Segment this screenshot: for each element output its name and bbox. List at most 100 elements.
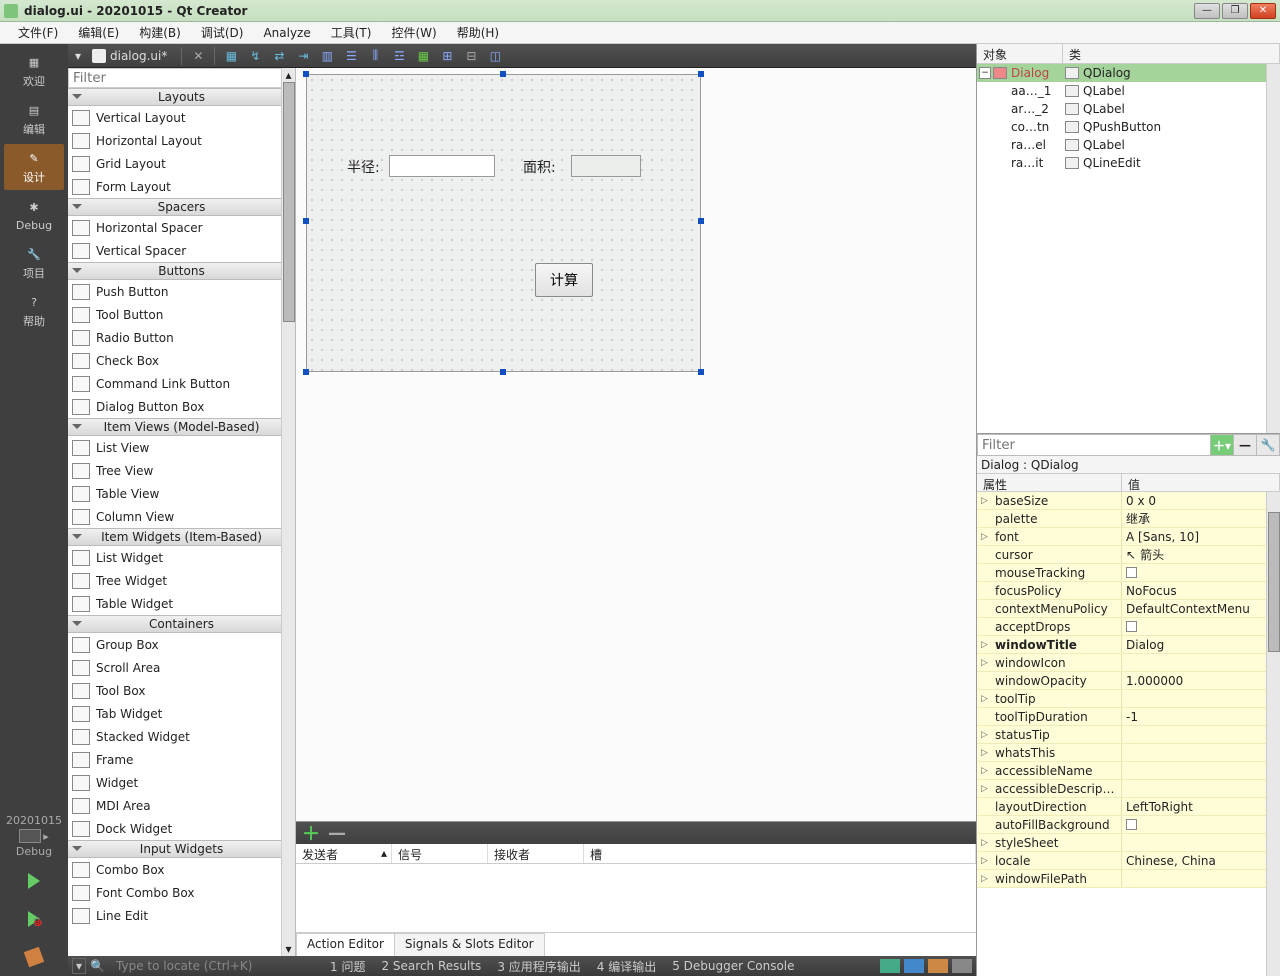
build-button[interactable]: [16, 942, 52, 972]
debug-run-button[interactable]: 🐞: [16, 904, 52, 934]
label-radius[interactable]: 半径:: [347, 157, 380, 177]
output-toggle-1[interactable]: [904, 959, 924, 973]
property-row[interactable]: baseSize0 x 0: [977, 492, 1280, 510]
layout-grid-icon[interactable]: ⊞: [436, 46, 458, 66]
minimize-button[interactable]: —: [1194, 3, 1220, 19]
kit-selector[interactable]: 20201015 ▸ Debug: [4, 810, 64, 862]
adjust-size-icon[interactable]: ◫: [484, 46, 506, 66]
menu-widgets[interactable]: 控件(W): [381, 22, 446, 43]
sig-header-slot[interactable]: 槽: [584, 844, 976, 863]
property-row[interactable]: styleSheet: [977, 834, 1280, 852]
checkbox-icon[interactable]: [1126, 567, 1137, 578]
property-row[interactable]: toolTipDuration-1: [977, 708, 1280, 726]
add-property-button[interactable]: ＋▾: [1210, 434, 1234, 456]
menu-file[interactable]: 文件(F): [8, 22, 68, 43]
close-tab-button[interactable]: ✕: [187, 46, 209, 66]
mode-项目[interactable]: 🔧项目: [4, 240, 64, 286]
objtree-header-class[interactable]: 类: [1063, 44, 1280, 63]
widget-item[interactable]: Tree View: [68, 459, 295, 482]
property-row[interactable]: localeChinese, China: [977, 852, 1280, 870]
widget-item[interactable]: Tool Button: [68, 303, 295, 326]
widget-item[interactable]: Dialog Button Box: [68, 395, 295, 418]
menu-help[interactable]: 帮助(H): [447, 22, 509, 43]
widget-category[interactable]: Buttons: [68, 262, 295, 280]
widgetbox-filter[interactable]: [68, 68, 295, 88]
output-compile[interactable]: 4 编译输出: [597, 958, 656, 975]
widget-item[interactable]: Horizontal Spacer: [68, 216, 295, 239]
mode-欢迎[interactable]: ▦欢迎: [4, 48, 64, 94]
property-header-value[interactable]: 值: [1122, 474, 1280, 491]
compute-button[interactable]: 计算: [535, 263, 593, 297]
tab-file-name[interactable]: dialog.ui*: [110, 49, 177, 63]
break-layout-icon[interactable]: ⊟: [460, 46, 482, 66]
objtree-header-object[interactable]: 对象: [977, 44, 1063, 63]
property-row[interactable]: windowTitleDialog: [977, 636, 1280, 654]
maximize-button[interactable]: ❐: [1222, 3, 1248, 19]
widget-item[interactable]: Grid Layout: [68, 152, 295, 175]
edit-buddies-icon[interactable]: ⇄: [268, 46, 290, 66]
objtree-row[interactable]: aa…_1QLabel: [977, 82, 1280, 100]
property-row[interactable]: palette继承: [977, 510, 1280, 528]
tab-action-editor[interactable]: Action Editor: [296, 933, 395, 956]
output-search[interactable]: 2 Search Results: [381, 959, 481, 973]
widget-category[interactable]: Layouts: [68, 88, 295, 106]
widget-item[interactable]: Tree Widget: [68, 569, 295, 592]
close-button[interactable]: ✕: [1250, 3, 1276, 19]
layout-horiz-icon[interactable]: ▥: [316, 46, 338, 66]
widget-item[interactable]: Radio Button: [68, 326, 295, 349]
property-header-name[interactable]: 属性: [977, 474, 1122, 491]
edit-signals-icon[interactable]: ↯: [244, 46, 266, 66]
output-app[interactable]: 3 应用程序输出: [497, 958, 580, 975]
form-dialog[interactable]: 半径: 面积: 计算: [306, 74, 701, 372]
widget-category[interactable]: Containers: [68, 615, 295, 633]
widget-item[interactable]: MDI Area: [68, 794, 295, 817]
objtree-row[interactable]: −DialogQDialog: [977, 64, 1280, 82]
layout-vert-icon[interactable]: ☰: [340, 46, 362, 66]
mode-帮助[interactable]: ?帮助: [4, 288, 64, 334]
objtree-row[interactable]: ra…elQLabel: [977, 136, 1280, 154]
property-row[interactable]: statusTip: [977, 726, 1280, 744]
layout-vert-split-icon[interactable]: ☲: [388, 46, 410, 66]
widget-item[interactable]: Group Box: [68, 633, 295, 656]
property-row[interactable]: windowOpacity1.000000: [977, 672, 1280, 690]
property-row[interactable]: focusPolicyNoFocus: [977, 582, 1280, 600]
output-toggle-3[interactable]: [952, 959, 972, 973]
property-row[interactable]: whatsThis: [977, 744, 1280, 762]
widget-item[interactable]: Frame: [68, 748, 295, 771]
locator-input[interactable]: Type to locate (Ctrl+K): [112, 959, 322, 973]
edit-widgets-icon[interactable]: ▦: [220, 46, 242, 66]
menu-analyze[interactable]: Analyze: [253, 24, 320, 42]
property-row[interactable]: autoFillBackground: [977, 816, 1280, 834]
objtree-scrollbar[interactable]: [1266, 64, 1280, 433]
widget-item[interactable]: Font Combo Box: [68, 881, 295, 904]
property-filter[interactable]: [977, 434, 1211, 456]
objtree-row[interactable]: ra…itQLineEdit: [977, 154, 1280, 172]
checkbox-icon[interactable]: [1126, 621, 1137, 632]
design-canvas[interactable]: 半径: 面积: 计算: [296, 68, 976, 821]
property-row[interactable]: accessibleDescrip…: [977, 780, 1280, 798]
widget-item[interactable]: Push Button: [68, 280, 295, 303]
signals-body[interactable]: [296, 864, 976, 932]
widget-item[interactable]: Check Box: [68, 349, 295, 372]
mode-编辑[interactable]: ▤编辑: [4, 96, 64, 142]
widget-item[interactable]: Vertical Layout: [68, 106, 295, 129]
sig-header-sender[interactable]: 发送者▴: [296, 844, 392, 863]
widget-item[interactable]: Line Edit: [68, 904, 295, 927]
widget-item[interactable]: Column View: [68, 505, 295, 528]
remove-action-button[interactable]: —: [328, 823, 346, 844]
property-row[interactable]: layoutDirectionLeftToRight: [977, 798, 1280, 816]
sig-header-receiver[interactable]: 接收者: [488, 844, 584, 863]
widget-item[interactable]: List Widget: [68, 546, 295, 569]
widget-item[interactable]: Table View: [68, 482, 295, 505]
widget-category[interactable]: Spacers: [68, 198, 295, 216]
widget-item[interactable]: Scroll Area: [68, 656, 295, 679]
sig-header-signal[interactable]: 信号: [392, 844, 488, 863]
widget-item[interactable]: Widget: [68, 771, 295, 794]
lineedit-radius[interactable]: [389, 155, 495, 177]
document-dropdown[interactable]: ▾: [68, 49, 88, 63]
menu-build[interactable]: 构建(B): [129, 22, 191, 43]
widget-item[interactable]: Tool Box: [68, 679, 295, 702]
remove-property-button[interactable]: —: [1233, 434, 1257, 456]
widgetbox-scrollbar[interactable]: ▴ ▾: [281, 68, 295, 956]
property-row[interactable]: accessibleName: [977, 762, 1280, 780]
